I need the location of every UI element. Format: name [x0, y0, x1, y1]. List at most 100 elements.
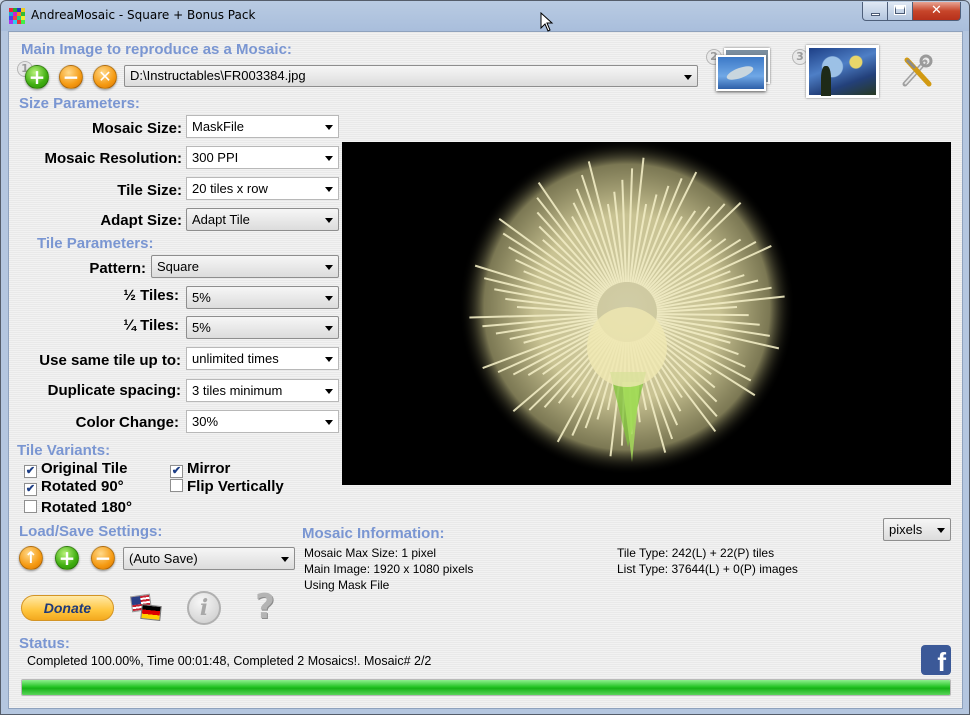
checkbox-checked-icon: ✔ [24, 465, 37, 478]
mosaic-max-size: Mosaic Max Size: 1 pixel [304, 546, 437, 560]
main-image-path-combo[interactable]: D:\Instructables\FR003384.jpg [124, 65, 698, 87]
unit-select[interactable]: pixels [883, 518, 951, 541]
list-type-info: List Type: 37644(L) + 0(P) images [617, 562, 798, 576]
pattern-value: Square [157, 259, 199, 274]
main-image-path: D:\Instructables\FR003384.jpg [130, 68, 306, 83]
tile-type-info: Tile Type: 242(L) + 22(P) tiles [617, 546, 775, 560]
minimize-icon [871, 13, 880, 16]
chevron-down-icon [325, 156, 333, 161]
checkbox-checked-icon: ✔ [24, 483, 37, 496]
quarter-tiles-select[interactable]: 5% [186, 316, 339, 339]
main-image-title: Main Image to reproduce as a Mosaic: [21, 41, 292, 58]
color-change-label: Color Change: [75, 414, 179, 431]
settings-select[interactable]: (Auto Save) [123, 547, 295, 570]
dandelion-image [459, 142, 795, 475]
status-text: Completed 100.00%, Time 00:01:48, Comple… [27, 654, 432, 668]
window-title: AndreaMosaic - Square + Bonus Pack [31, 8, 256, 22]
progress-bar [21, 679, 951, 696]
duplicate-spacing-select[interactable]: 3 tiles minimum [186, 379, 339, 402]
mosaic-size-value: MaskFile [192, 119, 245, 134]
flip-vertically-checkbox[interactable]: Flip Vertically [170, 478, 284, 495]
language-flag-icon[interactable] [129, 593, 162, 622]
help-icon[interactable]: ? [250, 588, 280, 626]
same-tile-select[interactable]: unlimited times [186, 347, 339, 370]
chevron-down-icon [325, 296, 333, 301]
title-bar[interactable]: AndreaMosaic - Square + Bonus Pack ✕ [1, 1, 969, 31]
load-settings-button[interactable]: ↑ [19, 546, 43, 570]
flip-vertically-label: Flip Vertically [187, 478, 284, 495]
close-icon: ✕ [931, 3, 942, 18]
mosaic-output-thumbnail[interactable] [806, 45, 879, 98]
add-image-button[interactable]: + [25, 65, 49, 89]
mosaic-resolution-select[interactable]: 300 PPI [186, 146, 339, 169]
tile-size-select[interactable]: 20 tiles x row [186, 177, 339, 200]
maximize-icon [894, 5, 906, 15]
tools-icon[interactable] [901, 54, 933, 88]
maximize-button[interactable] [888, 2, 913, 21]
clear-image-button[interactable]: ✕ [93, 65, 117, 89]
same-tile-label: Use same tile up to: [39, 352, 181, 369]
mouse-cursor-icon [540, 11, 554, 32]
mirror-label: Mirror [187, 460, 231, 477]
original-tile-label: Original Tile [41, 460, 128, 477]
facebook-icon[interactable]: f [921, 645, 951, 675]
save-settings-button[interactable]: + [55, 546, 79, 570]
minimize-button[interactable] [862, 2, 888, 21]
mask-file-info: Using Mask File [304, 578, 390, 592]
mosaic-resolution-label: Mosaic Resolution: [44, 150, 182, 167]
quarter-tiles-label: ¼ Tiles: [123, 317, 179, 334]
same-tile-value: unlimited times [192, 351, 279, 366]
main-image-size: Main Image: 1920 x 1080 pixels [304, 562, 474, 576]
duplicate-spacing-value: 3 tiles minimum [192, 383, 283, 398]
progress-fill [22, 680, 950, 695]
chevron-down-icon [937, 528, 945, 533]
half-tiles-select[interactable]: 5% [186, 286, 339, 309]
mosaic-info-title: Mosaic Information: [302, 525, 445, 542]
rotated-90-checkbox[interactable]: ✔ Rotated 90° [24, 478, 124, 496]
rotated-90-label: Rotated 90° [41, 478, 124, 495]
load-save-title: Load/Save Settings: [19, 523, 163, 540]
adapt-size-value: Adapt Tile [192, 212, 250, 227]
adapt-size-label: Adapt Size: [100, 212, 182, 229]
delete-settings-button[interactable]: − [91, 546, 115, 570]
pattern-select[interactable]: Square [151, 255, 339, 278]
settings-value: (Auto Save) [129, 551, 198, 566]
duplicate-spacing-label: Duplicate spacing: [47, 382, 181, 399]
status-title: Status: [19, 635, 70, 652]
half-tiles-label: ½ Tiles: [123, 287, 179, 304]
color-change-value: 30% [192, 414, 219, 429]
checkbox-empty-icon [170, 479, 183, 492]
app-window: AndreaMosaic - Square + Bonus Pack ✕ Mai… [0, 0, 970, 715]
chevron-down-icon [325, 187, 333, 192]
chevron-down-icon [684, 75, 692, 80]
tile-variants-title: Tile Variants: [17, 442, 111, 459]
unit-value: pixels [889, 522, 923, 537]
chevron-down-icon [325, 389, 333, 394]
color-change-select[interactable]: 30% [186, 410, 339, 433]
rotated-180-checkbox[interactable]: Rotated 180° [24, 499, 132, 516]
main-image-preview [342, 142, 951, 485]
donate-button[interactable]: Donate [21, 595, 114, 621]
chevron-down-icon [325, 326, 333, 331]
half-tiles-value: 5% [192, 290, 211, 305]
mirror-checkbox[interactable]: ✔ Mirror [170, 460, 230, 478]
size-params-title: Size Parameters: [19, 95, 140, 112]
mosaic-size-select[interactable]: MaskFile [186, 115, 339, 138]
tile-list-thumbnail[interactable] [716, 48, 772, 92]
pattern-label: Pattern: [89, 260, 146, 277]
chevron-down-icon [325, 125, 333, 130]
checkbox-empty-icon [24, 500, 37, 513]
chevron-down-icon [325, 420, 333, 425]
mosaic-size-label: Mosaic Size: [91, 120, 182, 137]
rotated-180-label: Rotated 180° [41, 499, 133, 516]
checkbox-checked-icon: ✔ [170, 465, 183, 478]
adapt-size-select[interactable]: Adapt Tile [186, 208, 339, 231]
original-tile-checkbox[interactable]: ✔ Original Tile [24, 460, 127, 478]
chevron-down-icon [281, 557, 289, 562]
tile-params-title: Tile Parameters: [37, 235, 154, 252]
tile-size-label: Tile Size: [117, 182, 182, 199]
info-icon[interactable]: i [187, 591, 221, 625]
tile-size-value: 20 tiles x row [192, 181, 268, 196]
remove-image-button[interactable]: − [59, 65, 83, 89]
close-button[interactable]: ✕ [913, 2, 961, 21]
